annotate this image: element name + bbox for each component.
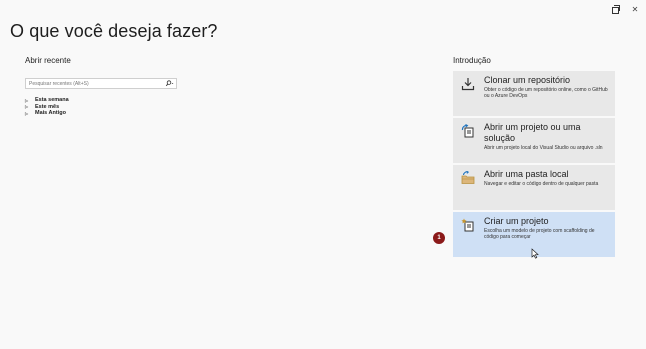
- recent-group-this-month[interactable]: ▷ Este mês: [25, 104, 180, 110]
- card-title: Criar um projeto: [484, 216, 549, 226]
- search-input[interactable]: [29, 80, 149, 87]
- card-description: Escolha um modelo de projeto com scaffol…: [484, 228, 595, 240]
- mouse-cursor-icon: [531, 246, 540, 264]
- card-title: Clonar um repositório: [484, 75, 571, 85]
- expand-arrow-icon[interactable]: ▷: [25, 104, 31, 109]
- restore-button[interactable]: [610, 4, 620, 14]
- step-badge: 1: [433, 232, 445, 244]
- open-folder-card[interactable]: Abrir uma pasta local Navegar e editar o…: [453, 165, 615, 210]
- card-title: Abrir um projeto ou uma solução: [484, 122, 581, 143]
- intro-panel: Introdução Clonar um repositório Obter o…: [453, 56, 615, 259]
- search-box[interactable]: [25, 78, 177, 89]
- recent-group-label: Este mês: [35, 103, 60, 110]
- card-description: Obter o código de um repositório online,…: [484, 87, 608, 99]
- recent-group-older[interactable]: ▷ Mais Antigo: [25, 110, 180, 116]
- search-icon[interactable]: [165, 80, 174, 87]
- intro-cards: Clonar um repositório Obter o código de …: [453, 71, 615, 257]
- clone-repo-card[interactable]: Clonar um repositório Obter o código de …: [453, 71, 615, 116]
- clone-download-icon: [461, 77, 475, 91]
- expand-arrow-icon[interactable]: ▷: [25, 98, 31, 103]
- page-title: O que você deseja fazer?: [10, 21, 218, 41]
- open-project-icon: [461, 124, 475, 138]
- recent-title: Abrir recente: [25, 56, 71, 65]
- card-title: Abrir uma pasta local: [484, 169, 569, 179]
- recent-panel: Abrir recente ▷ Esta semana ▷ Este mês ▷…: [25, 56, 180, 117]
- recent-group-label: Mais Antigo: [35, 110, 66, 116]
- recent-group-label: Esta semana: [35, 97, 69, 103]
- card-description: Abrir um projeto local do Visual Studio …: [484, 145, 603, 151]
- close-icon: ✕: [631, 4, 639, 14]
- new-project-icon: [461, 218, 475, 232]
- recent-groups: ▷ Esta semana ▷ Este mês ▷ Mais Antigo: [25, 97, 180, 116]
- intro-title: Introdução: [453, 56, 491, 65]
- recent-group-this-week[interactable]: ▷ Esta semana: [25, 97, 180, 103]
- open-project-card[interactable]: Abrir um projeto ou uma solução Abrir um…: [453, 118, 615, 163]
- close-button[interactable]: ✕: [630, 4, 640, 14]
- restore-icon: [611, 4, 620, 14]
- window-controls: ✕: [610, 4, 640, 14]
- expand-arrow-icon[interactable]: ▷: [25, 111, 31, 116]
- card-description: Navegar e editar o código dentro de qual…: [484, 181, 599, 187]
- open-folder-icon: [461, 170, 475, 185]
